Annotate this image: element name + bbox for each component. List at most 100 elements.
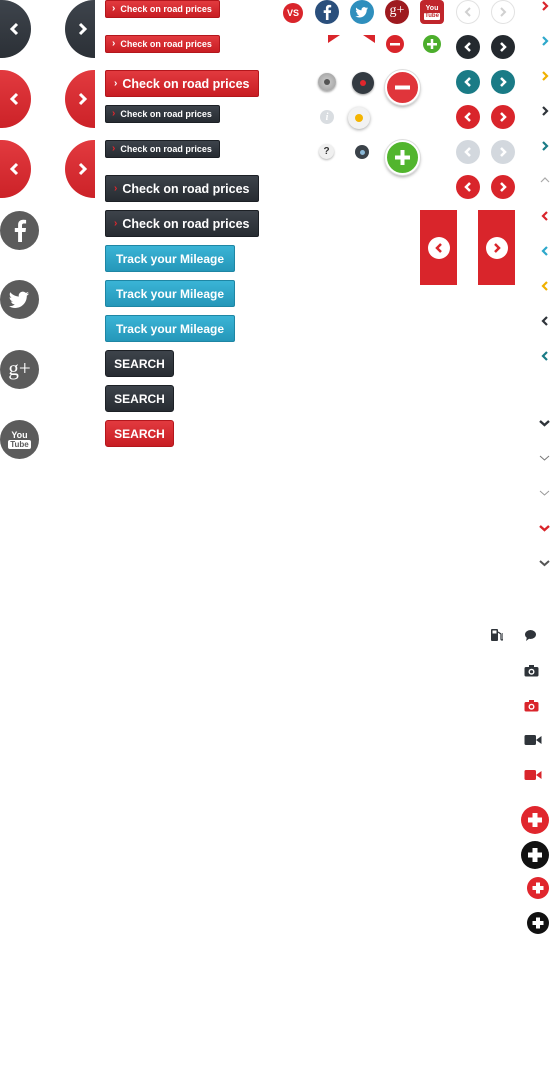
yellow-dot <box>355 114 363 122</box>
check-road-prices-button-large-red[interactable]: › Check on road prices <box>105 70 259 97</box>
check-road-prices-button-small-dark-2[interactable]: › Check on road prices <box>105 140 220 158</box>
video-icon <box>524 735 542 745</box>
prev-button-red-2[interactable] <box>456 175 480 199</box>
chevron-right-icon <box>78 162 88 176</box>
chevron-left-icon[interactable] <box>540 316 550 326</box>
chevron-right-icon[interactable] <box>540 36 550 46</box>
next-half-circle-dark[interactable] <box>65 0 95 58</box>
next-button-red-2[interactable] <box>491 175 515 199</box>
facebook-gray-button[interactable] <box>0 211 39 250</box>
chevron-left-icon <box>464 7 471 17</box>
google-plus-button[interactable]: g+ <box>385 0 409 24</box>
check-road-prices-button-large-dark[interactable]: › Check on road prices <box>105 175 259 202</box>
chevron-left-icon <box>464 182 471 192</box>
youtube-icon-you: You <box>425 4 439 12</box>
check-road-prices-button-small-dark[interactable]: › Check on road prices <box>105 105 220 123</box>
chevron-down-icon[interactable] <box>539 453 550 463</box>
chevron-right-icon[interactable] <box>540 1 550 11</box>
minus-button-large[interactable] <box>385 70 420 105</box>
plus-button-large[interactable] <box>385 140 420 175</box>
chevron-left-icon[interactable] <box>540 351 550 361</box>
add-button-red-large[interactable] <box>521 806 549 834</box>
search-button-red[interactable]: SEARCH <box>105 420 174 447</box>
plus-icon <box>532 917 544 929</box>
chevron-down-icon[interactable] <box>539 418 550 428</box>
twitter-button[interactable] <box>350 0 374 24</box>
next-button-black[interactable] <box>491 35 515 59</box>
next-button-disabled[interactable] <box>491 140 515 164</box>
next-button-red[interactable] <box>491 105 515 129</box>
chevron-down-icon[interactable] <box>539 488 550 498</box>
slider-next-button[interactable] <box>485 236 508 259</box>
blue-dot <box>359 149 365 155</box>
prev-button-red[interactable] <box>456 105 480 129</box>
chevron-left-icon[interactable] <box>540 281 550 291</box>
chevron-right-icon: › <box>112 143 116 154</box>
next-half-circle-red[interactable] <box>65 70 95 128</box>
facebook-button[interactable] <box>315 0 339 24</box>
chat-icon <box>525 630 536 641</box>
youtube-gray-button[interactable]: You Tube <box>0 420 39 459</box>
prev-button-teal[interactable] <box>456 70 480 94</box>
chevron-right-icon[interactable] <box>540 141 550 151</box>
chevron-right-icon <box>500 42 507 52</box>
prev-half-circle-red[interactable] <box>0 70 31 128</box>
status-dark-indicator <box>355 145 369 159</box>
camera-icon <box>524 665 539 677</box>
next-button-outline[interactable] <box>491 0 515 24</box>
prev-button-black[interactable] <box>456 35 480 59</box>
chevron-right-icon[interactable] <box>540 106 550 116</box>
twitter-gray-button[interactable] <box>0 280 39 319</box>
help-icon: ? <box>323 146 330 157</box>
chevron-down-icon[interactable] <box>539 558 550 568</box>
chevron-right-icon[interactable] <box>540 71 550 81</box>
radio-dot <box>324 79 330 85</box>
add-button-black-large[interactable] <box>521 841 549 869</box>
add-button-red-small[interactable] <box>527 877 549 899</box>
chevron-left-icon <box>9 162 19 176</box>
add-button-black-small[interactable] <box>527 912 549 934</box>
chevron-left-icon <box>464 112 471 122</box>
record-button-dark[interactable] <box>352 72 374 94</box>
next-button-teal[interactable] <box>491 70 515 94</box>
next-half-circle-red-2[interactable] <box>65 140 95 198</box>
search-button-dark[interactable]: SEARCH <box>105 350 174 377</box>
minus-icon <box>390 43 400 46</box>
chevron-down-icon[interactable] <box>539 523 550 533</box>
help-button[interactable]: ? <box>319 144 334 159</box>
prev-button-disabled[interactable] <box>456 140 480 164</box>
slider-prev-button[interactable] <box>427 236 450 259</box>
slider-next-panel[interactable] <box>478 210 515 285</box>
search-button-dark-2[interactable]: SEARCH <box>105 385 174 412</box>
video-icon <box>524 770 542 780</box>
track-mileage-button-2[interactable]: Track your Mileage <box>105 280 235 307</box>
chevron-left-icon <box>434 242 442 253</box>
track-mileage-button[interactable]: Track your Mileage <box>105 245 235 272</box>
slider-prev-panel[interactable] <box>420 210 457 285</box>
chevron-up-icon[interactable] <box>540 175 550 185</box>
chevron-right-icon: › <box>112 108 116 119</box>
prev-button-outline[interactable] <box>456 0 480 24</box>
check-road-prices-button-large-dark-2[interactable]: › Check on road prices <box>105 210 259 237</box>
check-road-prices-button-small-red-2[interactable]: › Check on road prices <box>105 35 220 53</box>
chevron-left-icon[interactable] <box>540 211 550 221</box>
google-plus-gray-button[interactable]: g+ <box>0 350 39 389</box>
chevron-left-icon <box>464 77 471 87</box>
chevron-right-icon: › <box>114 77 118 89</box>
chevron-right-icon: › <box>114 182 118 194</box>
chevron-right-icon <box>500 7 507 17</box>
chevron-left-icon <box>464 147 471 157</box>
youtube-button[interactable]: You Tube <box>420 0 444 24</box>
twitter-icon <box>8 291 29 308</box>
chevron-left-icon[interactable] <box>540 246 550 256</box>
prev-half-circle-red-2[interactable] <box>0 140 31 198</box>
minus-button-small[interactable] <box>386 35 404 53</box>
check-road-prices-button-small-red[interactable]: › Check on road prices <box>105 0 220 18</box>
plus-button-small[interactable] <box>423 35 441 53</box>
track-mileage-button-3[interactable]: Track your Mileage <box>105 315 235 342</box>
radio-button-gray[interactable] <box>318 73 336 91</box>
minus-icon <box>395 85 410 90</box>
prev-half-circle-dark[interactable] <box>0 0 31 58</box>
chevron-left-icon <box>9 92 19 106</box>
info-button[interactable]: i <box>320 110 334 124</box>
